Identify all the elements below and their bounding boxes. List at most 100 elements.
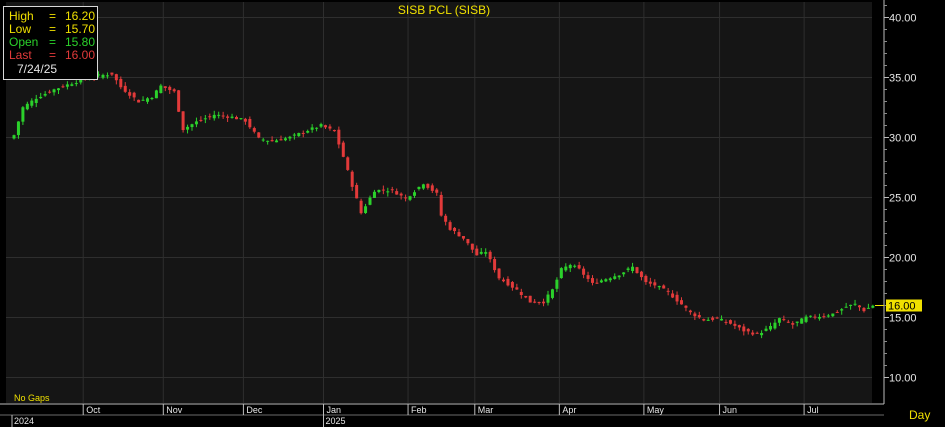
- candle-body: [599, 280, 603, 283]
- month-label: Apr: [562, 405, 576, 415]
- candle-body: [844, 306, 848, 308]
- candle-body: [283, 138, 287, 141]
- candle-body: [16, 121, 20, 136]
- candle-body: [261, 139, 265, 141]
- candle-body: [25, 103, 29, 110]
- candle-body: [720, 318, 724, 321]
- candle-body: [208, 116, 212, 118]
- candle-body: [243, 118, 247, 122]
- candle-body: [635, 267, 639, 274]
- candle-body: [564, 266, 568, 271]
- candle-body: [315, 127, 319, 129]
- candle-body: [470, 243, 474, 250]
- candle-body: [653, 282, 657, 286]
- candle-body: [301, 132, 305, 134]
- candle-body: [346, 157, 350, 170]
- plot-area[interactable]: [6, 2, 872, 403]
- candle-body: [688, 310, 692, 313]
- candle-body: [275, 140, 279, 143]
- candle-body: [764, 328, 768, 331]
- candle-body: [390, 189, 394, 191]
- candle: [800, 317, 804, 324]
- candle-body: [408, 196, 412, 200]
- candle-body: [751, 332, 755, 335]
- candle-body: [154, 90, 158, 99]
- candle-body: [800, 318, 804, 324]
- candle-body: [279, 139, 283, 141]
- candle-body: [448, 222, 452, 230]
- candle-body: [101, 74, 105, 78]
- candle-body: [395, 191, 399, 195]
- candle-body: [506, 278, 510, 286]
- last-price-label: 16.00: [888, 301, 916, 313]
- candle-body: [737, 325, 741, 328]
- candle-body: [297, 132, 301, 137]
- candle-body: [608, 278, 612, 281]
- candle-body: [680, 300, 683, 305]
- candle-body: [813, 316, 817, 318]
- candle-body: [453, 227, 457, 232]
- candle-body: [586, 275, 590, 279]
- candle-body: [137, 99, 141, 103]
- candle-body: [39, 96, 43, 99]
- no-gaps-label: No Gaps: [14, 393, 50, 403]
- candle-body: [809, 315, 813, 317]
- candle-body: [648, 281, 652, 284]
- candle-body: [591, 278, 594, 283]
- candle-body: [381, 189, 385, 191]
- candle-body: [266, 140, 270, 142]
- chart-window: 10.00 15.00 20.00 25.00 30.00 35.00 40.00 16.00…: [0, 0, 945, 427]
- candle-body: [306, 130, 310, 133]
- candle-body: [746, 328, 750, 332]
- candle-body: [559, 268, 563, 279]
- candle-body: [657, 286, 661, 288]
- candle-body: [217, 114, 221, 116]
- candle-body: [123, 85, 127, 92]
- candle-body: [577, 265, 581, 269]
- candle-body: [817, 316, 821, 319]
- candle-body: [337, 129, 341, 145]
- candle-body: [386, 191, 390, 193]
- candle-body: [604, 279, 608, 282]
- candle-body: [582, 268, 586, 275]
- candle-body: [617, 275, 621, 278]
- candle-body: [426, 183, 430, 188]
- candle-body: [430, 185, 434, 191]
- candle-body: [595, 282, 599, 284]
- month-label: Jul: [807, 405, 819, 415]
- candle-body: [168, 86, 172, 91]
- month-label: Dec: [246, 405, 263, 415]
- period-label: Day: [909, 408, 930, 422]
- candle-body: [177, 90, 181, 112]
- ohlc-info-box: High = 16.20 Low = 15.70 Open = 15.80 La…: [3, 6, 98, 80]
- candle-body: [466, 239, 470, 244]
- candle-body: [70, 84, 74, 86]
- candle: [355, 182, 359, 199]
- candle-body: [542, 301, 546, 304]
- year-label: 2024: [14, 416, 34, 426]
- candle-body: [644, 275, 648, 283]
- candle-body: [711, 317, 715, 320]
- candle-body: [849, 304, 853, 306]
- month-label: Oct: [86, 405, 101, 415]
- candle-body: [853, 303, 857, 305]
- candle-body: [350, 171, 354, 187]
- candle-body: [493, 259, 497, 271]
- candle-body: [252, 128, 256, 132]
- candle-body: [30, 100, 34, 106]
- candle: [177, 89, 181, 113]
- candle: [137, 99, 141, 103]
- candle-body: [804, 316, 808, 322]
- candlestick-chart[interactable]: 10.00 15.00 20.00 25.00 30.00 35.00 40.00 16.00…: [0, 0, 945, 427]
- candle-body: [110, 72, 114, 75]
- candle-body: [230, 116, 234, 118]
- candle-body: [622, 272, 626, 275]
- candle-body: [555, 279, 559, 289]
- last-label: Last: [9, 48, 32, 62]
- candle-body: [728, 320, 732, 324]
- candle-body: [769, 326, 772, 330]
- candle-body: [270, 140, 274, 142]
- candle: [181, 111, 185, 133]
- candle-body: [119, 78, 123, 88]
- candle-body: [791, 323, 795, 325]
